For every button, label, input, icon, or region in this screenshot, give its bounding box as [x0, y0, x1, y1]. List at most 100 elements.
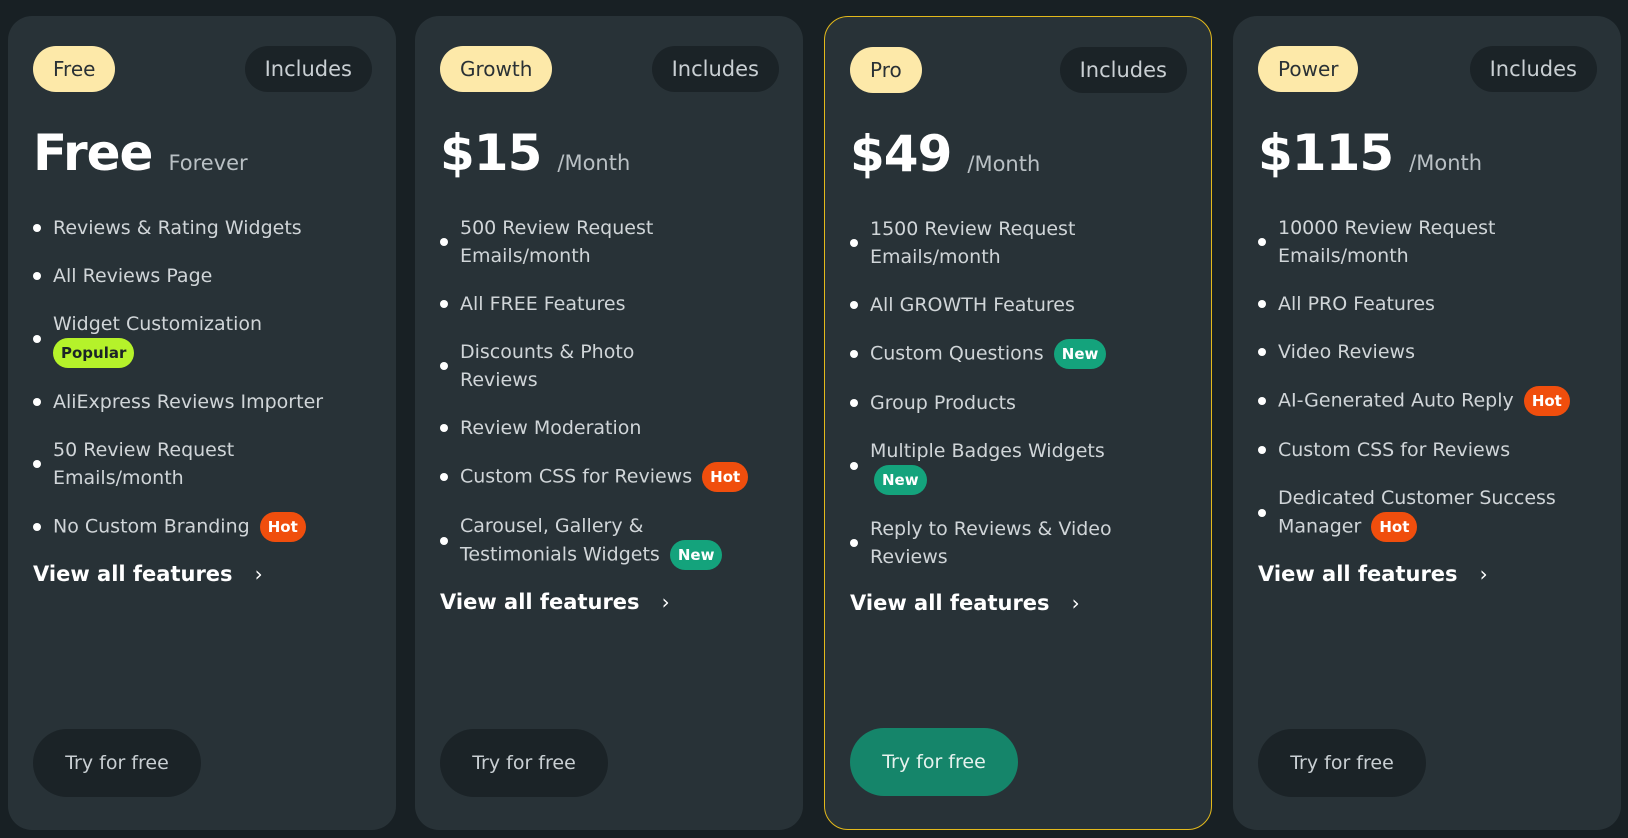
bullet-icon: [1258, 300, 1266, 308]
feature-text: Video Reviews: [1278, 341, 1415, 363]
feature-text: All Reviews Page: [53, 265, 213, 287]
view-all-features-link[interactable]: View all features ›: [440, 590, 779, 614]
price-amount: $15: [440, 124, 542, 182]
bullet-icon: [440, 424, 448, 432]
feature-item: AliExpress Reviews Importer: [33, 388, 372, 416]
feature-item: Discounts & Photo Reviews: [440, 338, 779, 394]
bullet-icon: [33, 398, 41, 406]
bullet-icon: [33, 460, 41, 468]
feature-item: Custom CSS for Reviews: [1258, 436, 1597, 464]
tier-badge: Pro: [850, 47, 922, 93]
bullet-icon: [850, 399, 858, 407]
new-badge: New: [669, 540, 723, 570]
try-for-free-button[interactable]: Try for free: [33, 729, 201, 797]
feature-item: AI-Generated Auto Reply Hot: [1258, 386, 1597, 416]
plan-card-pro: Pro Includes $49/Month 1500 Review Reques…: [824, 16, 1212, 830]
feature-list: 10000 Review Request Emails/month All PRO…: [1258, 214, 1597, 542]
price: $49/Month: [850, 125, 1187, 185]
bullet-icon: [850, 462, 858, 470]
price-period: /Month: [1409, 151, 1483, 175]
feature-text: 10000 Review Request Emails/month: [1278, 217, 1496, 267]
feature-text: Reviews & Rating Widgets: [53, 217, 302, 239]
feature-item: Dedicated Customer Success Manager Hot: [1258, 484, 1597, 542]
new-badge: New: [1053, 339, 1107, 369]
view-all-label: View all features: [440, 590, 640, 614]
feature-item: Group Products: [850, 389, 1187, 417]
includes-button[interactable]: Includes: [651, 46, 779, 92]
hot-badge: Hot: [259, 512, 306, 542]
tier-badge: Power: [1258, 46, 1359, 92]
feature-text: 1500 Review Request Emails/month: [870, 218, 1076, 268]
feature-item: All Reviews Page: [33, 262, 372, 290]
feature-item: Reviews & Rating Widgets: [33, 214, 372, 242]
feature-text: All FREE Features: [460, 293, 626, 315]
view-all-label: View all features: [1258, 562, 1458, 586]
bullet-icon: [850, 301, 858, 309]
bullet-icon: [440, 473, 448, 481]
bullet-icon: [1258, 397, 1266, 405]
feature-text: AliExpress Reviews Importer: [53, 391, 324, 413]
feature-item: Review Moderation: [440, 414, 779, 442]
hot-badge: Hot: [702, 462, 749, 492]
chevron-right-icon: ›: [661, 590, 670, 614]
feature-item: All FREE Features: [440, 290, 779, 318]
price: Free Forever: [33, 124, 372, 184]
bullet-icon: [1258, 446, 1266, 454]
plan-card-free: Free Includes Free Forever Reviews & Ratin…: [8, 16, 396, 830]
feature-item: Video Reviews: [1258, 338, 1597, 366]
view-all-features-link[interactable]: View all features ›: [33, 562, 372, 586]
feature-item: No Custom Branding Hot: [33, 512, 372, 542]
chevron-right-icon: ›: [254, 562, 263, 586]
view-all-features-link[interactable]: View all features ›: [1258, 562, 1597, 586]
bullet-icon: [1258, 348, 1266, 356]
includes-button[interactable]: Includes: [1059, 47, 1187, 93]
feature-item: 500 Review Request Emails/month: [440, 214, 779, 270]
bullet-icon: [33, 523, 41, 531]
feature-text: 500 Review Request Emails/month: [460, 217, 654, 267]
feature-text: Custom CSS for Reviews: [1278, 439, 1511, 461]
feature-item: 10000 Review Request Emails/month: [1258, 214, 1597, 270]
feature-text: All GROWTH Features: [870, 294, 1075, 316]
bullet-icon: [850, 350, 858, 358]
feature-item: 1500 Review Request Emails/month: [850, 215, 1187, 271]
feature-item: Custom CSS for Reviews Hot: [440, 462, 779, 492]
feature-text: No Custom Branding: [53, 515, 250, 538]
bullet-icon: [850, 239, 858, 247]
bullet-icon: [440, 300, 448, 308]
hot-badge: Hot: [1523, 386, 1570, 416]
new-badge: New: [874, 465, 927, 495]
bullet-icon: [1258, 509, 1266, 517]
price-amount: $115: [1258, 124, 1394, 182]
feature-text: Review Moderation: [460, 417, 642, 439]
plan-card-power: Power Includes $115/Month 10000 Review Re…: [1233, 16, 1621, 830]
try-for-free-button[interactable]: Try for free: [850, 728, 1018, 796]
tier-badge: Growth: [440, 46, 553, 92]
price-amount: $49: [850, 125, 952, 183]
view-all-label: View all features: [850, 591, 1050, 615]
bullet-icon: [1258, 238, 1266, 246]
includes-button[interactable]: Includes: [244, 46, 372, 92]
includes-button[interactable]: Includes: [1469, 46, 1597, 92]
feature-text: AI-Generated Auto Reply: [1278, 389, 1514, 412]
bullet-icon: [440, 537, 448, 545]
feature-list: Reviews & Rating Widgets All Reviews Page…: [33, 214, 372, 542]
chevron-right-icon: ›: [1071, 591, 1080, 615]
feature-text: Custom Questions: [870, 342, 1044, 365]
feature-text: Reply to Reviews & Video Reviews: [870, 518, 1112, 568]
popular-badge: Popular: [53, 338, 135, 368]
feature-item: Multiple Badges Widgets New: [850, 437, 1187, 495]
try-for-free-button[interactable]: Try for free: [1258, 729, 1426, 797]
hot-badge: Hot: [1371, 512, 1418, 542]
feature-text: All PRO Features: [1278, 293, 1435, 315]
feature-item: Carousel, Gallery & Testimonials Widgets…: [440, 512, 779, 570]
price-amount: Free: [33, 124, 153, 182]
try-for-free-button[interactable]: Try for free: [440, 729, 608, 797]
feature-text: Group Products: [870, 392, 1016, 414]
view-all-features-link[interactable]: View all features ›: [850, 591, 1187, 615]
price-period: /Month: [557, 151, 631, 175]
price-period: /Month: [967, 152, 1041, 176]
feature-text: 50 Review Request Emails/month: [53, 439, 235, 489]
feature-item: All GROWTH Features: [850, 291, 1187, 319]
feature-list: 1500 Review Request Emails/month All GROW…: [850, 215, 1187, 571]
bullet-icon: [850, 539, 858, 547]
